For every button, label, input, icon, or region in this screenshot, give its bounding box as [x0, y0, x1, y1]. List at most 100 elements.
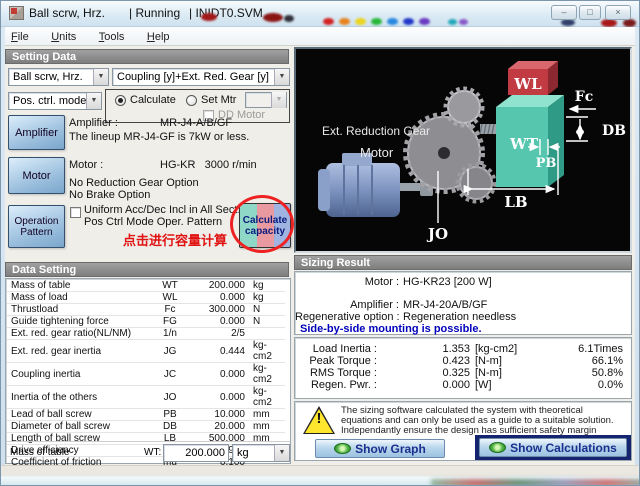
result-cell: 0.325	[377, 367, 470, 379]
maximize-button[interactable]: □	[579, 5, 601, 20]
table-row[interactable]: Diameter of ball screwDB20.000mm	[7, 421, 285, 433]
table-row[interactable]: Mass of tableWT200.000kg	[7, 280, 285, 292]
menu-file[interactable]: File	[2, 29, 38, 48]
amplifier-button[interactable]: Amplifier	[8, 115, 65, 150]
result-cell: Load Inertia :	[295, 343, 377, 355]
result-row: RMS Torque :0.325[N-m]50.8%	[295, 367, 631, 379]
wallpaper-dot	[387, 18, 398, 25]
result-row: Load Inertia :1.353[kg-cm2]6.1Times	[295, 343, 631, 355]
table-cell: Inertia of the others	[7, 392, 147, 403]
show-calculations-button[interactable]: Show Calculations	[479, 438, 627, 457]
table-cell: 0.000	[193, 369, 245, 380]
table-cell: WT	[147, 280, 193, 291]
lb-label: LB	[504, 193, 527, 211]
pb-label: PB	[536, 156, 557, 171]
wallpaper-dot	[284, 15, 294, 22]
machine-diagram-frame: WL WT Fc DB PB LB JO Ext. Reduction Gear…	[294, 47, 632, 253]
eye-icon	[334, 443, 351, 454]
mounting-note: Side-by-side mounting is possible.	[300, 323, 482, 335]
table-row[interactable]: Coupling inertiaJC0.000kg-cm2	[7, 363, 285, 386]
app-icon	[9, 6, 24, 20]
result-row: Peak Torque :0.423[N-m]66.1%	[295, 355, 631, 367]
table-cell: FG	[147, 316, 193, 327]
wallpaper-dot	[448, 19, 457, 25]
menu-tools[interactable]: Tools	[90, 29, 134, 48]
setting-panel: Setting Data Ball scrw, Hrz. ▼ Coupling …	[5, 47, 291, 465]
wallpaper-dot	[623, 19, 636, 27]
warning-box: ! The sizing software calculated the sys…	[294, 401, 632, 461]
menu-help[interactable]: Help	[138, 29, 179, 48]
table-cell: Thrustload	[7, 304, 147, 315]
setting-data-header: Setting Data	[5, 49, 289, 64]
table-row[interactable]: Mass of loadWL0.000kg	[7, 292, 285, 304]
set-mtr-radio[interactable]	[186, 95, 197, 106]
table-row[interactable]: ThrustloadFc300.000N	[7, 304, 285, 316]
control-mode-select[interactable]: Pos. ctrl. mode ▼	[8, 92, 102, 110]
data-setting-header: Data Setting	[5, 262, 289, 277]
mass-of-table-input[interactable]	[163, 444, 229, 462]
table-row[interactable]: Ext. red. gear inertiaJG0.444kg-cm2	[7, 340, 285, 363]
table-cell: WL	[147, 292, 193, 303]
result-row: Regen. Pwr. :0.000[W]0.0%	[295, 379, 631, 391]
table-row[interactable]: Lead of ball screwPB10.000mm	[7, 409, 285, 421]
dropdown-arrow-icon: ▼	[274, 445, 289, 461]
wallpaper-dot	[601, 19, 617, 27]
result-amplifier-value: MR-J4-20A/B/GF	[403, 299, 487, 311]
amplifier-note: The lineup MR-J4-GF is 7kW or less.	[69, 131, 249, 143]
table-cell: 2/5	[193, 328, 245, 339]
uniform-accdec-checkbox[interactable]	[70, 207, 81, 218]
table-row[interactable]: Guide tightening forceFG0.000N	[7, 316, 285, 328]
calc-hint-text: 点击进行容量计算	[123, 230, 227, 249]
mechanism-select[interactable]: Ball scrw, Hrz. ▼	[8, 68, 109, 86]
table-row[interactable]: Ext. red. gear ratio(NL/NM)1/n2/5	[7, 328, 285, 340]
result-cell: [W]	[470, 379, 562, 391]
table-cell: Mass of load	[7, 292, 147, 303]
table-cell: Diameter of ball screw	[7, 421, 147, 432]
minimize-button[interactable]: –	[551, 5, 577, 20]
result-cell: [N-m]	[470, 355, 562, 367]
result-regen-value: Regeneration needless	[403, 311, 516, 323]
table-cell: N	[245, 304, 283, 315]
wallpaper-dot	[323, 18, 334, 25]
window-border-bottom	[1, 476, 640, 486]
data-setting-table: Mass of tableWT200.000kgMass of loadWL0.…	[7, 280, 285, 436]
calculate-capacity-button[interactable]: Calculate capacity	[239, 203, 291, 248]
table-cell: 0.000	[193, 292, 245, 303]
result-motor-label: Motor :	[295, 276, 399, 288]
result-cell: 0.423	[377, 355, 470, 367]
close-icon: ×	[615, 7, 620, 17]
edit-row-name: Mass of table	[10, 447, 69, 458]
jo-label: JO	[426, 225, 448, 243]
sizing-result-header: Sizing Result	[294, 255, 632, 270]
window-title: Ball scrw, Hrz.	[29, 6, 105, 20]
close-button[interactable]: ×	[605, 5, 631, 20]
motor-label: Motor :	[69, 159, 103, 171]
result-cell: [N-m]	[470, 367, 562, 379]
table-cell: kg-cm2	[245, 363, 283, 385]
maximize-icon: □	[587, 7, 592, 17]
table-row[interactable]: Inertia of the othersJO0.000kg-cm2	[7, 386, 285, 409]
window-border-left	[1, 27, 5, 475]
uniform-accdec-label-1: Uniform Acc/Dec Incl in All Sect. of	[84, 204, 253, 216]
wallpaper-dot	[355, 18, 366, 25]
wt-label: WT	[509, 135, 539, 153]
dropdown-arrow-icon: ▼	[271, 92, 286, 108]
operation-pattern-button[interactable]: Operation Pattern	[8, 205, 65, 248]
window-status: | Running	[129, 6, 180, 20]
menu-units[interactable]: Units	[42, 29, 85, 48]
coupling-select[interactable]: Coupling [y]+Ext. Red. Gear [y] ▼	[112, 68, 290, 86]
amplifier-label: Amplifier :	[69, 117, 118, 129]
unit-select[interactable]: kg ▼	[232, 444, 290, 462]
result-amplifier-label: Amplifier :	[295, 299, 399, 311]
motor-button[interactable]: Motor	[8, 157, 65, 194]
dropdown-arrow-icon: ▼	[274, 69, 289, 85]
calculate-radio[interactable]	[115, 95, 126, 106]
wl-label: WL	[513, 75, 542, 93]
table-cell: mm	[245, 409, 283, 420]
show-graph-button[interactable]: Show Graph	[315, 439, 445, 458]
result-cell: 66.1%	[562, 355, 631, 367]
amplifier-value: MR-J4-A/B/GF	[160, 117, 232, 129]
table-cell: Lead of ball screw	[7, 409, 147, 420]
table-cell: Ext. red. gear ratio(NL/NM)	[7, 328, 147, 339]
dropdown-arrow-icon: ▼	[86, 93, 101, 109]
